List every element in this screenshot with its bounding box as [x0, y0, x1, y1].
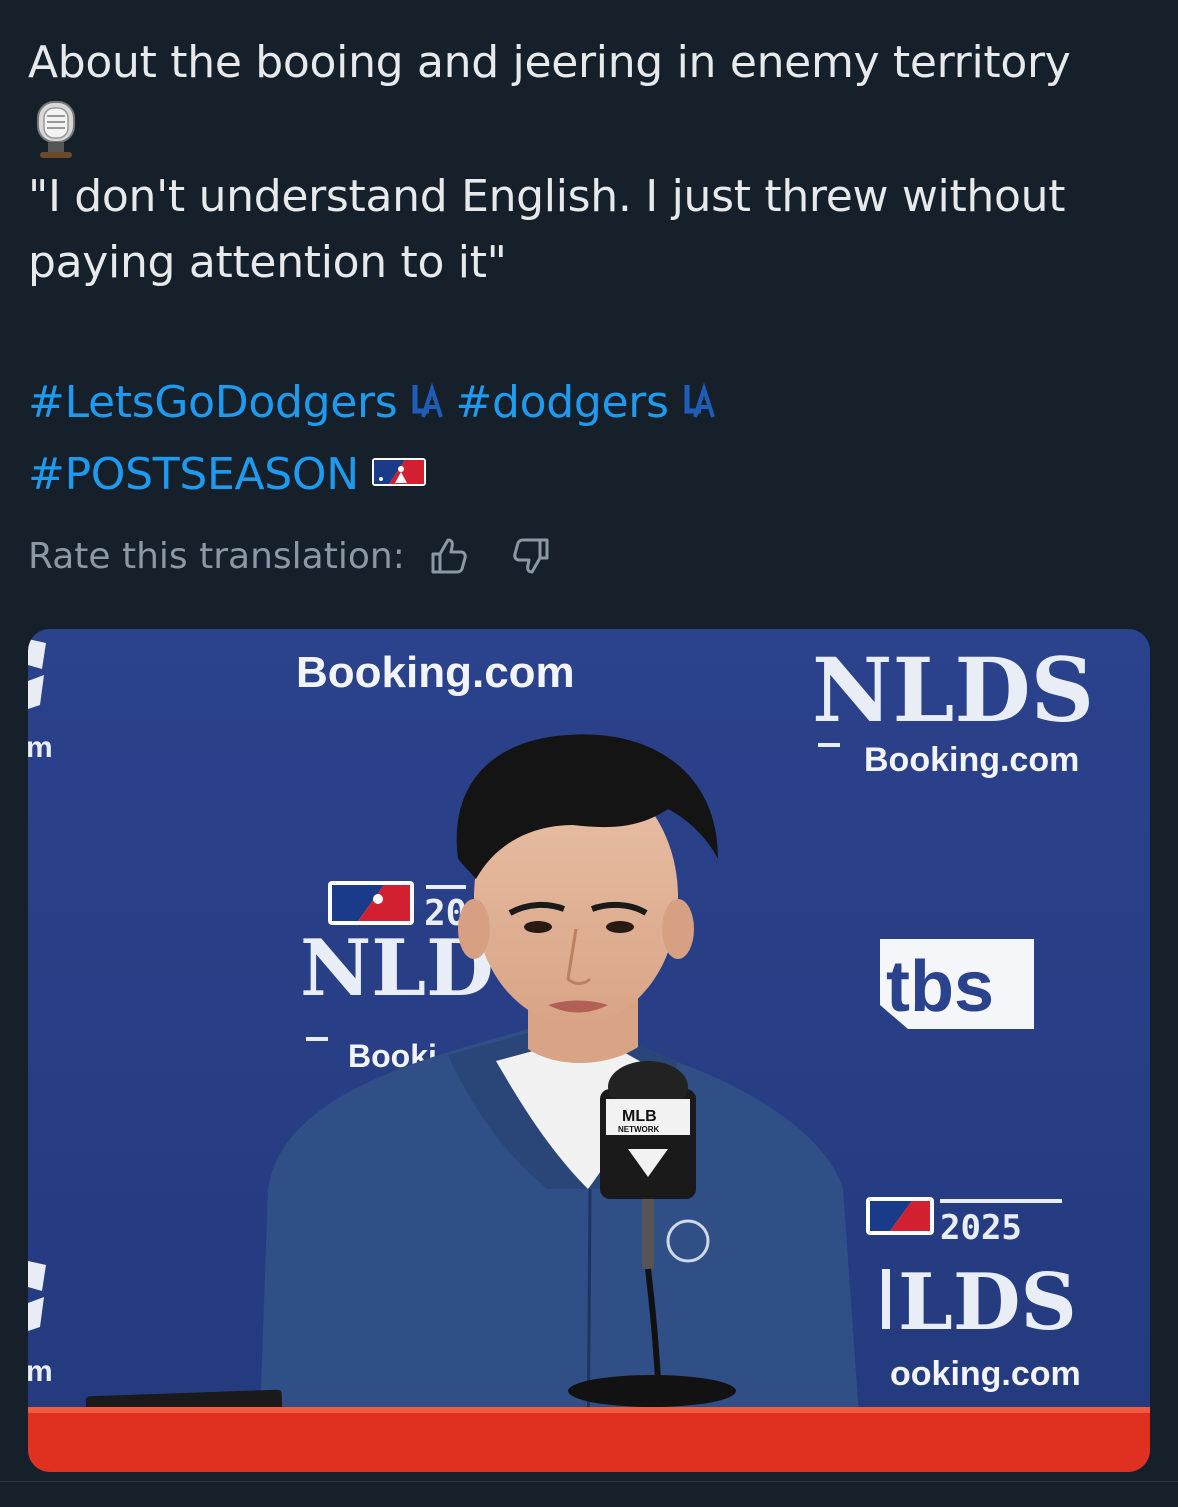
svg-text:tbs: tbs: [886, 947, 994, 1027]
year-bottom-right: 2025: [940, 1208, 1022, 1248]
divider: [0, 1481, 1178, 1482]
tweet-line-1: About the booing and jeering in enemy te…: [28, 37, 1071, 88]
red-table: [28, 1407, 1150, 1472]
mic-flag-mlb: MLB: [622, 1108, 657, 1125]
left-edge-m-bottom: m: [28, 1355, 53, 1388]
mic-flag-network: NETWORK: [618, 1125, 660, 1134]
rate-translation: Rate this translation:: [28, 534, 553, 578]
tweet-quote-line-2: paying attention to it": [28, 237, 507, 288]
nlds-title-right: NLDS: [812, 638, 1094, 742]
booking-sponsor-top: Booking.com: [296, 648, 575, 697]
thumbs-down-icon[interactable]: [509, 534, 553, 578]
mlb-logo-bottom-right: [866, 1197, 934, 1235]
hashtag-dodgers[interactable]: #dodgers: [455, 377, 669, 428]
tbs-logo: tbs: [880, 939, 1034, 1029]
tweet-text: About the booing and jeering in enemy te…: [28, 30, 1148, 508]
hashtag-postseason[interactable]: #POSTSEASON: [28, 449, 359, 500]
studio-microphone-icon: [28, 96, 1148, 164]
thumbs-up-icon[interactable]: [427, 534, 471, 578]
dodgers-la-icon-2: [683, 374, 717, 440]
mlb-logo-icon: [371, 440, 427, 506]
booking-sponsor-right: Booking.com: [864, 741, 1079, 779]
press-conference-photo[interactable]: m m Booking.com NLDS Booking.com 20 NLD …: [28, 629, 1150, 1472]
rate-translation-label: Rate this translation:: [28, 535, 405, 577]
hashtag-letsgododgers[interactable]: #LetsGoDodgers: [28, 377, 398, 428]
tweet-quote-line-1: "I don't understand English. I just thre…: [28, 171, 1066, 222]
left-edge-m-top: m: [28, 731, 53, 764]
lds-title-bottom-right: LDS: [898, 1257, 1077, 1348]
mlb-logo-center: [328, 881, 414, 925]
booking-sponsor-bottom-right: ooking.com: [890, 1355, 1081, 1393]
dodgers-la-icon: [411, 374, 445, 440]
